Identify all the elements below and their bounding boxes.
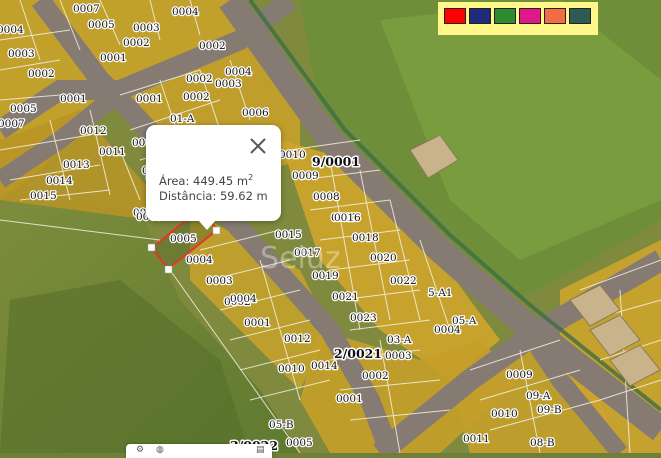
palette-swatch[interactable] [444, 8, 466, 24]
lot-label: 0001 [136, 93, 163, 105]
lot-label: 0011 [99, 146, 126, 158]
lot-label: 0004 [186, 254, 213, 266]
lot-label: 0005 [10, 103, 37, 115]
lot-label: 0002 [123, 37, 150, 49]
lot-label: 0014 [311, 360, 338, 372]
lot-label: 0023 [350, 312, 377, 324]
block-label: 2/0021 [334, 346, 382, 361]
lot-label: 0003 [385, 350, 412, 362]
settings-icon[interactable]: ⚙ [136, 445, 144, 455]
lot-label: 09-A [526, 390, 551, 402]
lot-label: 0002 [183, 91, 210, 103]
lot-label: 0009 [506, 369, 533, 381]
palette-swatch[interactable] [544, 8, 566, 24]
lot-label: 0013 [63, 159, 90, 171]
lot-label: 0001 [100, 52, 127, 64]
lot-label: 0012 [80, 125, 107, 137]
area-value: 449.45 m [193, 173, 249, 188]
lot-label: 5-A1 [428, 287, 453, 299]
lot-label: 09-B [537, 404, 562, 416]
lot-label: 0001 [244, 317, 271, 329]
layers-icon[interactable]: ▤ [256, 445, 265, 455]
globe-icon[interactable]: ◍ [156, 445, 164, 455]
lot-label: 0009 [292, 170, 319, 182]
area-row: Área: 449.45 m2 [159, 173, 253, 188]
lot-label: 0001 [60, 93, 87, 105]
lot-label: 0004 [225, 66, 252, 78]
lot-label: 0007 [0, 118, 25, 130]
lot-label: 0005 [286, 437, 313, 449]
lot-label: 0012 [284, 333, 311, 345]
lot-label: 0007 [73, 3, 100, 15]
lot-label: 0014 [46, 175, 73, 187]
lot-label: 0003 [215, 78, 242, 90]
measurement-popup: Área: 449.45 m2 Distância: 59.62 m [146, 125, 281, 230]
lot-label: 0002 [28, 68, 55, 80]
lot-label: 05-B [269, 419, 294, 431]
lot-label: 0015 [30, 190, 57, 202]
lot-label: 0008 [313, 191, 340, 203]
lot-label: 0004 [172, 6, 199, 18]
lot-label: 0005 [88, 19, 115, 31]
close-icon[interactable] [247, 135, 269, 157]
lot-label: 0003 [206, 275, 233, 287]
lot-label: 01-A [170, 113, 195, 125]
distance-label: Distância: [159, 189, 217, 203]
lot-label: 0011 [463, 433, 490, 445]
lot-label: 03-A [387, 334, 412, 346]
lot-label: 0006 [242, 107, 269, 119]
lot-label: 0004 [230, 293, 257, 305]
lot-label: 08-B [530, 437, 555, 449]
palette-swatch[interactable] [469, 8, 491, 24]
lot-label: 0010 [278, 363, 305, 375]
palette-swatch[interactable] [519, 8, 541, 24]
block-label: 9/0001 [312, 154, 360, 169]
watermark: Seluz [260, 241, 341, 276]
lot-label: 0004 [434, 324, 461, 336]
lot-label: 0004 [0, 24, 24, 36]
lot-label: 0016 [334, 212, 361, 224]
lot-label: 0002 [186, 73, 213, 85]
lot-label: 0010 [279, 149, 306, 161]
lot-label: 0020 [370, 252, 397, 264]
area-label: Área: [159, 173, 190, 188]
lot-label: 0002 [362, 370, 389, 382]
lot-label: 0022 [390, 275, 417, 287]
map-canvas[interactable]: 00070005 00030004000200010004000300020001… [0, 0, 661, 453]
lot-label: 0005 [170, 233, 197, 245]
lot-label: 0003 [8, 48, 35, 60]
area-unit-superscript: 2 [248, 173, 254, 182]
lot-label: 0015 [275, 229, 302, 241]
lot-label: 0021 [332, 291, 359, 303]
lot-label: 0003 [133, 22, 160, 34]
distance-value: 59.62 m [219, 189, 268, 203]
map-controls-bar[interactable]: ⚙ ◍ ▤ [126, 444, 272, 458]
palette-swatch[interactable] [494, 8, 516, 24]
distance-row: Distância: 59.62 m [159, 189, 268, 203]
palette-swatch[interactable] [569, 8, 591, 24]
color-palette [438, 2, 598, 35]
lot-label: 0002 [199, 40, 226, 52]
lot-label: 0001 [336, 393, 363, 405]
lot-label: 0018 [352, 232, 379, 244]
lot-label: 0010 [491, 408, 518, 420]
